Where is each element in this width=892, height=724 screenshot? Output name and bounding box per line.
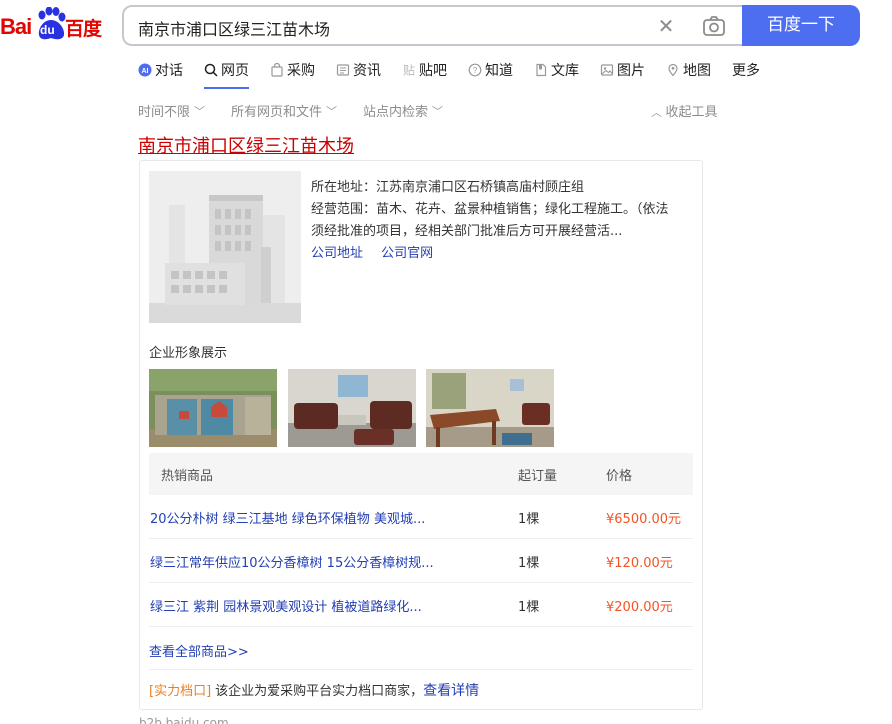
news-icon	[336, 63, 350, 77]
tab-label: 对话	[155, 63, 183, 79]
product-row: 绿三江 紫荆 园林景观美观设计 植被道路绿化... 1棵 ¥200.00元	[149, 583, 693, 627]
company-info: 所在地址：江苏南京浦口区石桥镇高庙村顾庄组 经营范围：苗木、花卉、盆景种植销售；…	[311, 177, 697, 265]
camera-icon[interactable]	[702, 15, 726, 37]
search-box[interactable]: 南京市浦口区绿三江苗木场 ✕	[122, 5, 742, 46]
filter-label: 站点内检索	[363, 105, 429, 120]
search-icon	[204, 63, 218, 77]
chevron-down-icon: ﹀	[432, 104, 444, 118]
baidu-logo[interactable]: Bai du 百度	[0, 6, 110, 48]
result-title[interactable]: 南京市浦口区绿三江苗木场	[138, 132, 354, 158]
company-photo-gate[interactable]	[149, 369, 277, 447]
tab-label: 图片	[617, 63, 645, 79]
product-moq: 1棵	[518, 556, 540, 571]
merchant-badge-text: 该企业为爱采购平台实力档口商家，	[215, 684, 424, 699]
tab-label: 贴吧	[419, 63, 447, 79]
tab-web[interactable]: 网页	[204, 58, 249, 89]
search-input[interactable]: 南京市浦口区绿三江苗木场	[138, 16, 330, 40]
company-photo-sofa[interactable]	[288, 369, 416, 447]
svg-text:?: ?	[473, 66, 478, 75]
tab-label: 资讯	[353, 63, 381, 79]
ai-icon: AI	[138, 63, 152, 77]
tab-label: 地图	[683, 63, 711, 79]
chevron-up-icon: ︿	[651, 106, 666, 119]
svg-text:AI: AI	[142, 68, 149, 75]
filter-time[interactable]: 时间不限 ﹀	[138, 101, 206, 121]
merchant-badge: [实力档口]	[149, 684, 212, 699]
tab-zhidao[interactable]: ? 知道	[468, 58, 513, 82]
product-price: ¥200.00元	[606, 600, 673, 615]
view-details-link[interactable]: 查看详情	[423, 683, 479, 699]
images-label: 企业形象展示	[149, 346, 228, 361]
product-row: 绿三江常年供应10公分香樟树 15公分香樟树规... 1棵 ¥120.00元	[149, 539, 693, 583]
logo-cn: 百度	[65, 18, 102, 40]
header-moq: 起订量	[518, 469, 558, 484]
company-links: 公司地址 公司官网	[311, 243, 697, 265]
product-name-link[interactable]: 绿三江 紫荆 园林景观美观设计 植被道路绿化...	[150, 596, 422, 615]
business-scope-line1: 经营范围：苗木、花卉、盆景种植销售；绿化工程施工。（依法	[311, 202, 669, 217]
product-name-link[interactable]: 20公分朴树 绿三江基地 绿色环保植物 美观城...	[150, 508, 425, 527]
product-row: 20公分朴树 绿三江基地 绿色环保植物 美观城... 1棵 ¥6500.00元	[149, 495, 693, 539]
company-address-link[interactable]: 公司地址	[311, 246, 363, 261]
product-name-link[interactable]: 绿三江常年供应10公分香樟树 15公分香樟树规...	[150, 552, 434, 571]
tab-label: 采购	[287, 63, 315, 79]
company-address: 所在地址：江苏南京浦口区石桥镇高庙村顾庄组	[311, 180, 585, 195]
view-all-products-link[interactable]: 查看全部商品>>	[149, 641, 249, 660]
tab-label: 更多	[732, 63, 760, 79]
search-tabs: AI 对话 网页 采购 资讯 贴 贴吧 ? 知道 文库 图片 地图 更多	[138, 58, 781, 90]
tab-label: 文库	[551, 63, 579, 79]
question-icon: ?	[468, 63, 482, 77]
filter-site[interactable]: 站点内检索 ﹀	[363, 101, 444, 121]
header-price: 价格	[606, 469, 633, 484]
source-url[interactable]: b2b.baidu.com	[139, 716, 229, 724]
search-filters: 时间不限 ﹀ 所有网页和文件 ﹀ 站点内检索 ﹀	[138, 101, 469, 121]
tab-more[interactable]: 更多	[732, 58, 760, 82]
product-price: ¥120.00元	[606, 556, 673, 571]
product-moq: 1棵	[518, 512, 540, 527]
company-website-link[interactable]: 公司官网	[381, 246, 433, 261]
cart-icon	[270, 63, 284, 77]
company-photo-table[interactable]	[426, 369, 554, 447]
product-moq: 1棵	[518, 600, 540, 615]
business-scope-line2: 须经批准的项目，经相关部门批准后方可开展经营活...	[311, 224, 623, 239]
company-card: 所在地址：江苏南京浦口区石桥镇高庙村顾庄组 经营范围：苗木、花卉、盆景种植销售；…	[139, 160, 703, 710]
tab-news[interactable]: 资讯	[336, 58, 381, 82]
product-price: ¥6500.00元	[606, 512, 682, 527]
logo-du: du	[40, 23, 55, 37]
map-icon	[666, 63, 680, 77]
svg-text:贴: 贴	[403, 64, 415, 78]
tab-map[interactable]: 地图	[666, 58, 711, 82]
collapse-tools-button[interactable]: ︿ 收起工具	[651, 101, 718, 120]
collapse-label: 收起工具	[665, 105, 718, 120]
logo-bai: Bai	[0, 14, 32, 39]
tab-purchase[interactable]: 采购	[270, 58, 315, 82]
tab-images[interactable]: 图片	[600, 58, 645, 82]
chevron-down-icon: ﹀	[194, 104, 206, 118]
clear-icon[interactable]: ✕	[654, 14, 678, 38]
search-button[interactable]: 百度一下	[742, 5, 860, 46]
tab-wenku[interactable]: 文库	[534, 58, 579, 82]
tab-chat[interactable]: AI 对话	[138, 58, 183, 82]
chevron-down-icon: ﹀	[326, 104, 338, 118]
image-icon	[600, 63, 614, 77]
merchant-badge-row: [实力档口] 该企业为爱采购平台实力档口商家，查看详情	[149, 669, 693, 700]
building-placeholder-image	[149, 171, 301, 323]
product-table-header: 热销商品 起订量 价格	[149, 453, 693, 495]
tab-tieba[interactable]: 贴 贴吧	[402, 58, 447, 82]
filter-label: 时间不限	[138, 105, 191, 120]
filter-filetype[interactable]: 所有网页和文件 ﹀	[231, 101, 338, 121]
tab-label: 知道	[485, 63, 513, 79]
header-product: 热销商品	[161, 469, 214, 484]
tab-label: 网页	[221, 63, 249, 79]
filter-label: 所有网页和文件	[231, 105, 323, 120]
tieba-icon: 贴	[402, 63, 416, 78]
doc-icon	[534, 63, 548, 77]
